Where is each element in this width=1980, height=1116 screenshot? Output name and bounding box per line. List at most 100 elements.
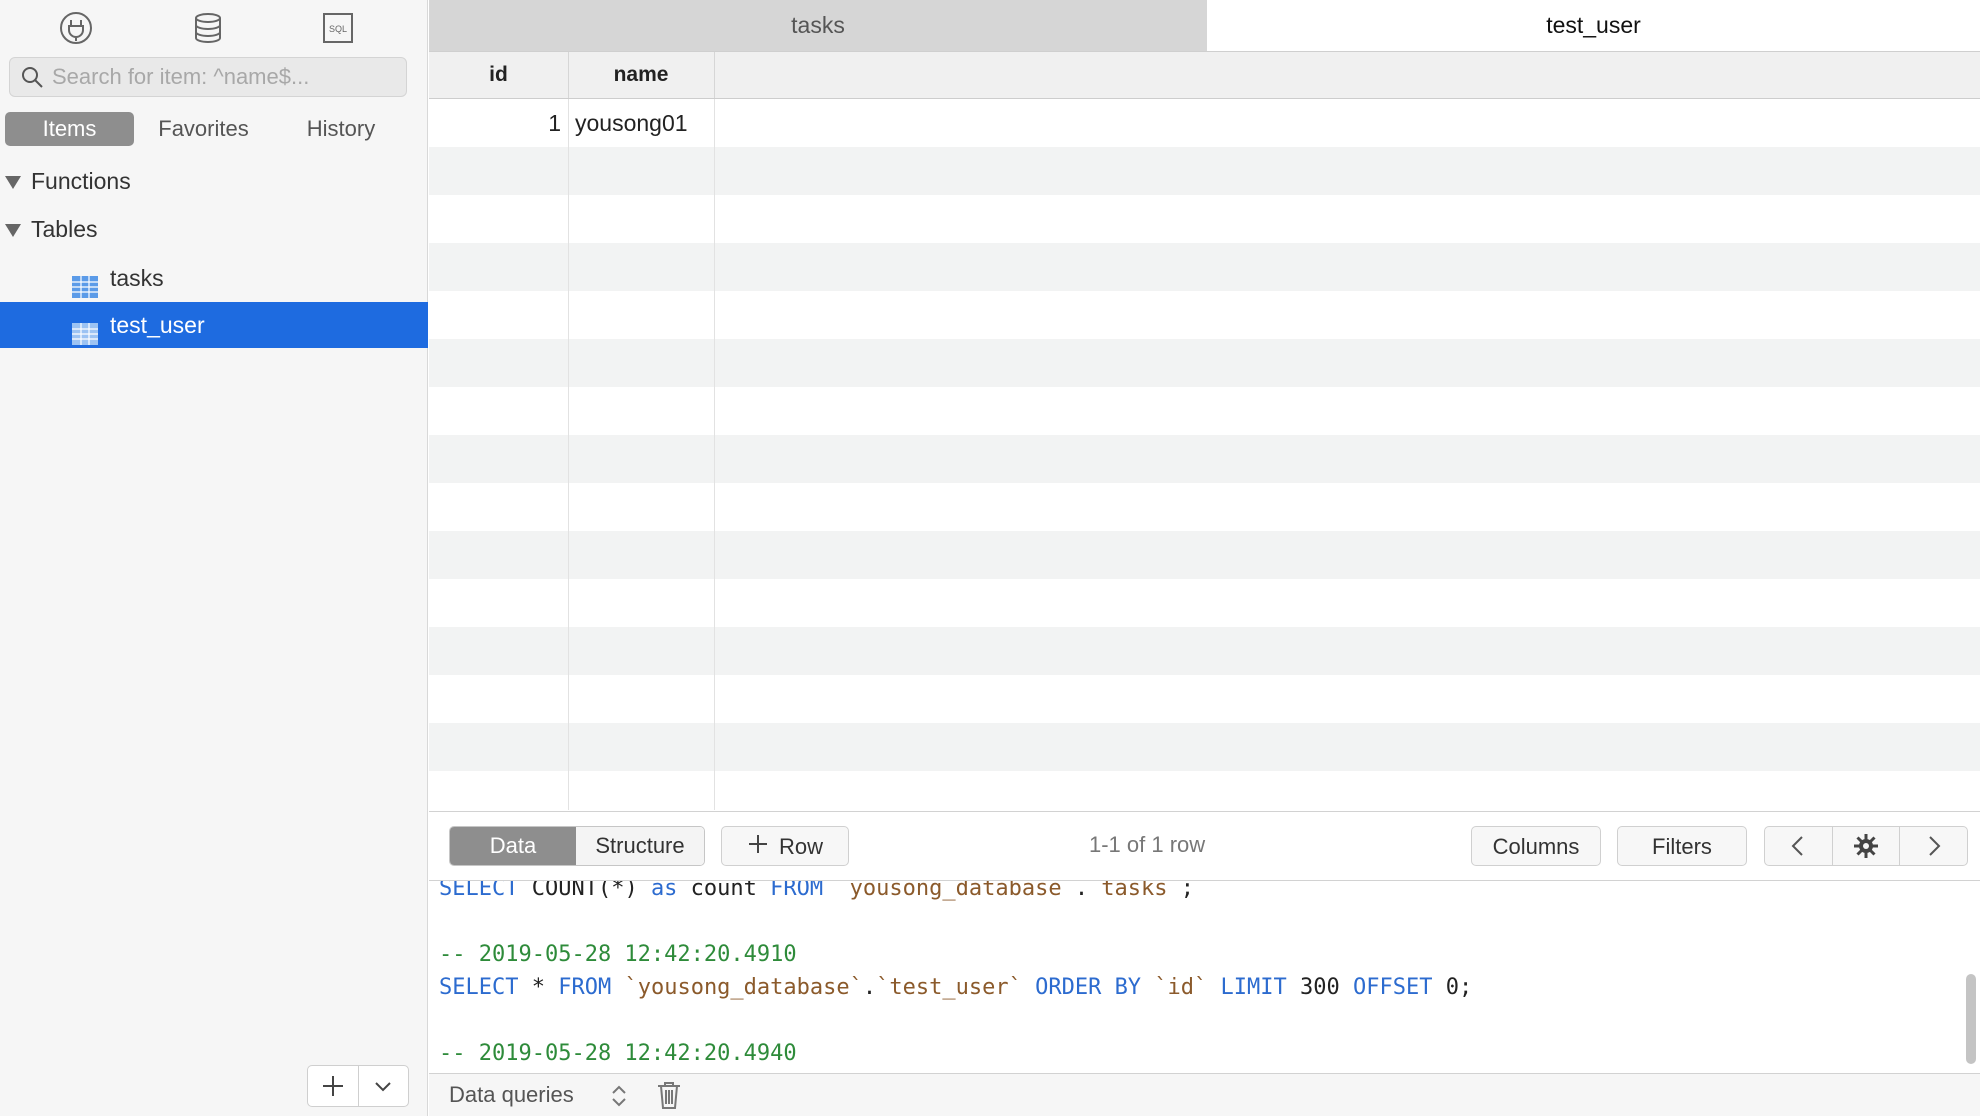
sql-icon[interactable]: SQL (318, 8, 358, 48)
table-icon (72, 267, 98, 298)
console-token: `tasks` (1088, 881, 1181, 901)
chevron-right-icon (1928, 836, 1941, 856)
search-field[interactable] (9, 57, 407, 97)
menu-dropdown-button[interactable] (359, 1066, 409, 1106)
settings-button[interactable] (1833, 827, 1901, 865)
gear-icon (1854, 834, 1878, 858)
tree-group-label: Tables (31, 216, 98, 242)
navigation-group (1764, 826, 1968, 866)
sql-icon-text: SQL (329, 24, 347, 34)
search-input[interactable] (50, 63, 394, 91)
console-token: * (518, 975, 559, 1000)
empty-row (429, 291, 1980, 339)
tree-group-label: Functions (31, 168, 131, 194)
add-button[interactable] (308, 1066, 359, 1106)
tree-group-tables[interactable]: Tables (0, 206, 428, 252)
console-log: SELECT COUNT(*) as count FROM `yousong_d… (439, 881, 1472, 1073)
database-icon[interactable] (188, 8, 228, 48)
console-token (1141, 975, 1154, 1000)
console-token: as (650, 881, 678, 901)
tab-bar: tasks test_user (429, 0, 1980, 52)
previous-page-button[interactable] (1765, 827, 1833, 865)
table-icon (72, 314, 98, 345)
query-console[interactable]: SELECT COUNT(*) as count FROM `yousong_d… (429, 881, 1980, 1073)
console-token: 300 (1286, 975, 1354, 1000)
console-status-bar: Data queries (429, 1073, 1980, 1116)
view-segmented-control: Data Structure (449, 826, 705, 866)
filters-button[interactable]: Filters (1617, 826, 1747, 866)
next-page-button[interactable] (1900, 827, 1967, 865)
plus-icon (747, 828, 769, 868)
segment-history[interactable]: History (273, 112, 409, 146)
data-grid: 1 yousong01 (429, 99, 1980, 810)
segment-items[interactable]: Items (5, 112, 134, 146)
console-scrollbar[interactable] (1966, 974, 1976, 1064)
sidebar-segmented-control: Items Favorites History (5, 112, 409, 148)
console-comment: -- 2019-05-28 12:42:20.4910 (439, 942, 797, 967)
add-row-button[interactable]: Row (721, 826, 849, 866)
console-token: SELECT (439, 975, 519, 1000)
stepper-icon[interactable] (609, 1082, 629, 1115)
segment-data[interactable]: Data (450, 827, 576, 865)
tree-group-functions[interactable]: Functions (0, 158, 428, 204)
empty-row (429, 771, 1980, 810)
disclosure-triangle-icon[interactable] (5, 176, 21, 190)
disclosure-triangle-icon[interactable] (5, 224, 21, 238)
console-token: `id` (1154, 975, 1208, 1000)
console-token (611, 975, 624, 1000)
console-comment: -- 2019-05-28 12:42:20.4940 (439, 1041, 797, 1066)
sidebar-top-icons: SQL (0, 8, 428, 48)
empty-row (429, 675, 1980, 723)
query-filter-select[interactable]: Data queries (449, 1082, 574, 1108)
column-header-name[interactable]: name (568, 52, 715, 98)
console-token: OFFSET (1353, 975, 1433, 1000)
grid-header: id name (429, 52, 1980, 99)
sidebar-bottom-buttons (307, 1065, 409, 1107)
column-divider (568, 99, 569, 810)
console-token: FROM (770, 881, 824, 901)
tab-test-user[interactable]: test_user (1207, 0, 1980, 51)
table-row[interactable]: 1 yousong01 (429, 99, 1980, 147)
console-token: ; (1180, 881, 1195, 901)
add-row-label: Row (778, 834, 823, 859)
cell-id[interactable]: 1 (429, 99, 561, 147)
plus-icon (322, 1076, 343, 1096)
empty-row (429, 723, 1980, 771)
console-token: `test_user` (876, 975, 1022, 1000)
console-token (1207, 975, 1220, 1000)
tab-tasks[interactable]: tasks (429, 0, 1207, 51)
tree-item-test-user[interactable]: test_user (0, 302, 428, 348)
cell-name[interactable]: yousong01 (575, 99, 715, 147)
column-divider (714, 99, 715, 810)
empty-row (429, 579, 1980, 627)
chevron-left-icon (1791, 836, 1804, 856)
console-token: COUNT(*) (518, 881, 651, 901)
sidebar: SQL Items Favorites History Functions Ta… (0, 0, 428, 1116)
trash-icon[interactable] (655, 1080, 683, 1115)
empty-row (429, 531, 1980, 579)
console-token: 0; (1432, 975, 1473, 1000)
console-token: `yousong_database` (836, 881, 1075, 901)
column-header-id[interactable]: id (429, 52, 569, 98)
segment-favorites[interactable]: Favorites (134, 112, 273, 146)
bottom-toolbar: Data Structure Row 1-1 of 1 row Columns … (429, 811, 1980, 881)
empty-row (429, 435, 1980, 483)
empty-row (429, 387, 1980, 435)
console-token (823, 881, 836, 901)
segment-structure[interactable]: Structure (576, 827, 704, 865)
tree-item-tasks[interactable]: tasks (0, 255, 428, 301)
console-token: count (677, 881, 771, 901)
tree-item-label: test_user (110, 312, 205, 338)
console-line: -- 2019-05-28 12:42:20.4910 (439, 941, 1472, 974)
console-token: FROM (558, 975, 612, 1000)
plug-icon[interactable] (56, 8, 96, 48)
empty-row (429, 627, 1980, 675)
columns-button[interactable]: Columns (1471, 826, 1601, 866)
empty-row (429, 147, 1980, 195)
empty-row (429, 195, 1980, 243)
console-token: . (1074, 881, 1089, 901)
console-token: . (862, 975, 877, 1000)
row-count: 1-1 of 1 row (1089, 832, 1206, 857)
console-token: ORDER BY (1035, 975, 1142, 1000)
